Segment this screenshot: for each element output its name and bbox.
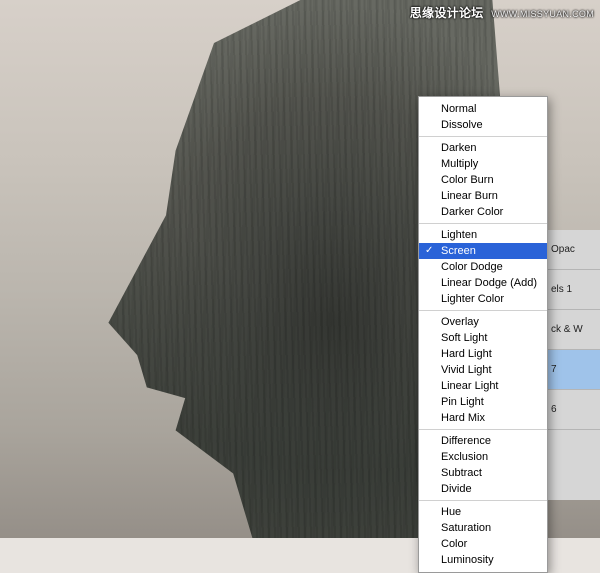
- blend-mode-label: Luminosity: [441, 554, 494, 566]
- blend-mode-exclusion[interactable]: Exclusion: [419, 449, 547, 465]
- layer-7[interactable]: 7: [547, 350, 600, 390]
- blend-mode-label: Normal: [441, 103, 476, 115]
- blend-mode-label: Color Dodge: [441, 261, 503, 273]
- blend-mode-dissolve[interactable]: Dissolve: [419, 117, 547, 133]
- blend-mode-label: Difference: [441, 435, 491, 447]
- blend-mode-label: Darken: [441, 142, 476, 154]
- blend-mode-darken[interactable]: Darken: [419, 140, 547, 156]
- blend-mode-label: Hard Mix: [441, 412, 485, 424]
- blend-mode-hard-mix[interactable]: Hard Mix: [419, 410, 547, 426]
- blend-mode-darker-color[interactable]: Darker Color: [419, 204, 547, 220]
- blend-mode-vivid-light[interactable]: Vivid Light: [419, 362, 547, 378]
- layer-6[interactable]: 6: [547, 390, 600, 430]
- layer-label: ck & W: [551, 324, 583, 335]
- blend-mode-subtract[interactable]: Subtract: [419, 465, 547, 481]
- blend-mode-saturation[interactable]: Saturation: [419, 520, 547, 536]
- blend-mode-overlay[interactable]: Overlay: [419, 314, 547, 330]
- layer-levels[interactable]: els 1: [547, 270, 600, 310]
- blend-mode-label: Divide: [441, 483, 472, 495]
- blend-mode-label: Color: [441, 538, 467, 550]
- blend-mode-difference[interactable]: Difference: [419, 433, 547, 449]
- layer-bw[interactable]: ck & W: [547, 310, 600, 350]
- blend-mode-pin-light[interactable]: Pin Light: [419, 394, 547, 410]
- blend-mode-screen[interactable]: ✓ Screen: [419, 243, 547, 259]
- opacity-label: Opac: [551, 244, 575, 255]
- blend-mode-label: Linear Light: [441, 380, 499, 392]
- blend-mode-label: Lighter Color: [441, 293, 504, 305]
- layer-label: els 1: [551, 284, 572, 295]
- watermark-sub: WWW.MISSYUAN.COM: [491, 9, 594, 19]
- blend-mode-lighter-color[interactable]: Lighter Color: [419, 291, 547, 307]
- blend-mode-label: Exclusion: [441, 451, 488, 463]
- blend-mode-label: Linear Dodge (Add): [441, 277, 537, 289]
- blend-mode-luminosity[interactable]: Luminosity: [419, 552, 547, 568]
- blend-mode-label: Screen: [441, 245, 476, 257]
- blend-mode-soft-light[interactable]: Soft Light: [419, 330, 547, 346]
- blend-mode-label: Overlay: [441, 316, 479, 328]
- blend-mode-linear-burn[interactable]: Linear Burn: [419, 188, 547, 204]
- opacity-row[interactable]: Opac: [547, 230, 600, 270]
- blend-mode-label: Multiply: [441, 158, 478, 170]
- watermark-main: 思缘设计论坛: [410, 6, 484, 20]
- blend-mode-label: Dissolve: [441, 119, 483, 131]
- blend-mode-color-dodge[interactable]: Color Dodge: [419, 259, 547, 275]
- blend-mode-linear-light[interactable]: Linear Light: [419, 378, 547, 394]
- blend-mode-label: Vivid Light: [441, 364, 492, 376]
- blend-mode-lighten[interactable]: Lighten: [419, 227, 547, 243]
- layer-label: 7: [551, 364, 557, 375]
- blend-mode-label: Saturation: [441, 522, 491, 534]
- layer-label: 6: [551, 404, 557, 415]
- blend-mode-label: Hue: [441, 506, 461, 518]
- blend-mode-label: Linear Burn: [441, 190, 498, 202]
- blend-mode-linear-dodge-add-[interactable]: Linear Dodge (Add): [419, 275, 547, 291]
- blend-mode-multiply[interactable]: Multiply: [419, 156, 547, 172]
- blend-mode-label: Color Burn: [441, 174, 494, 186]
- blend-mode-label: Subtract: [441, 467, 482, 479]
- layers-panel: Opac els 1 ck & W 7 6: [546, 230, 600, 500]
- blend-mode-label: Darker Color: [441, 206, 503, 218]
- blend-mode-label: Pin Light: [441, 396, 484, 408]
- check-icon: ✓: [425, 244, 433, 258]
- blend-mode-label: Soft Light: [441, 332, 487, 344]
- blend-mode-color[interactable]: Color: [419, 536, 547, 552]
- blend-mode-normal[interactable]: Normal: [419, 101, 547, 117]
- blend-mode-divide[interactable]: Divide: [419, 481, 547, 497]
- blend-mode-label: Lighten: [441, 229, 477, 241]
- blend-mode-label: Hard Light: [441, 348, 492, 360]
- blend-mode-menu[interactable]: Normal Dissolve Darken Multiply Color Burn Li…: [418, 96, 548, 573]
- watermark: 思缘设计论坛 WWW.MISSYUAN.COM: [410, 4, 594, 21]
- blend-mode-color-burn[interactable]: Color Burn: [419, 172, 547, 188]
- blend-mode-hue[interactable]: Hue: [419, 504, 547, 520]
- blend-mode-hard-light[interactable]: Hard Light: [419, 346, 547, 362]
